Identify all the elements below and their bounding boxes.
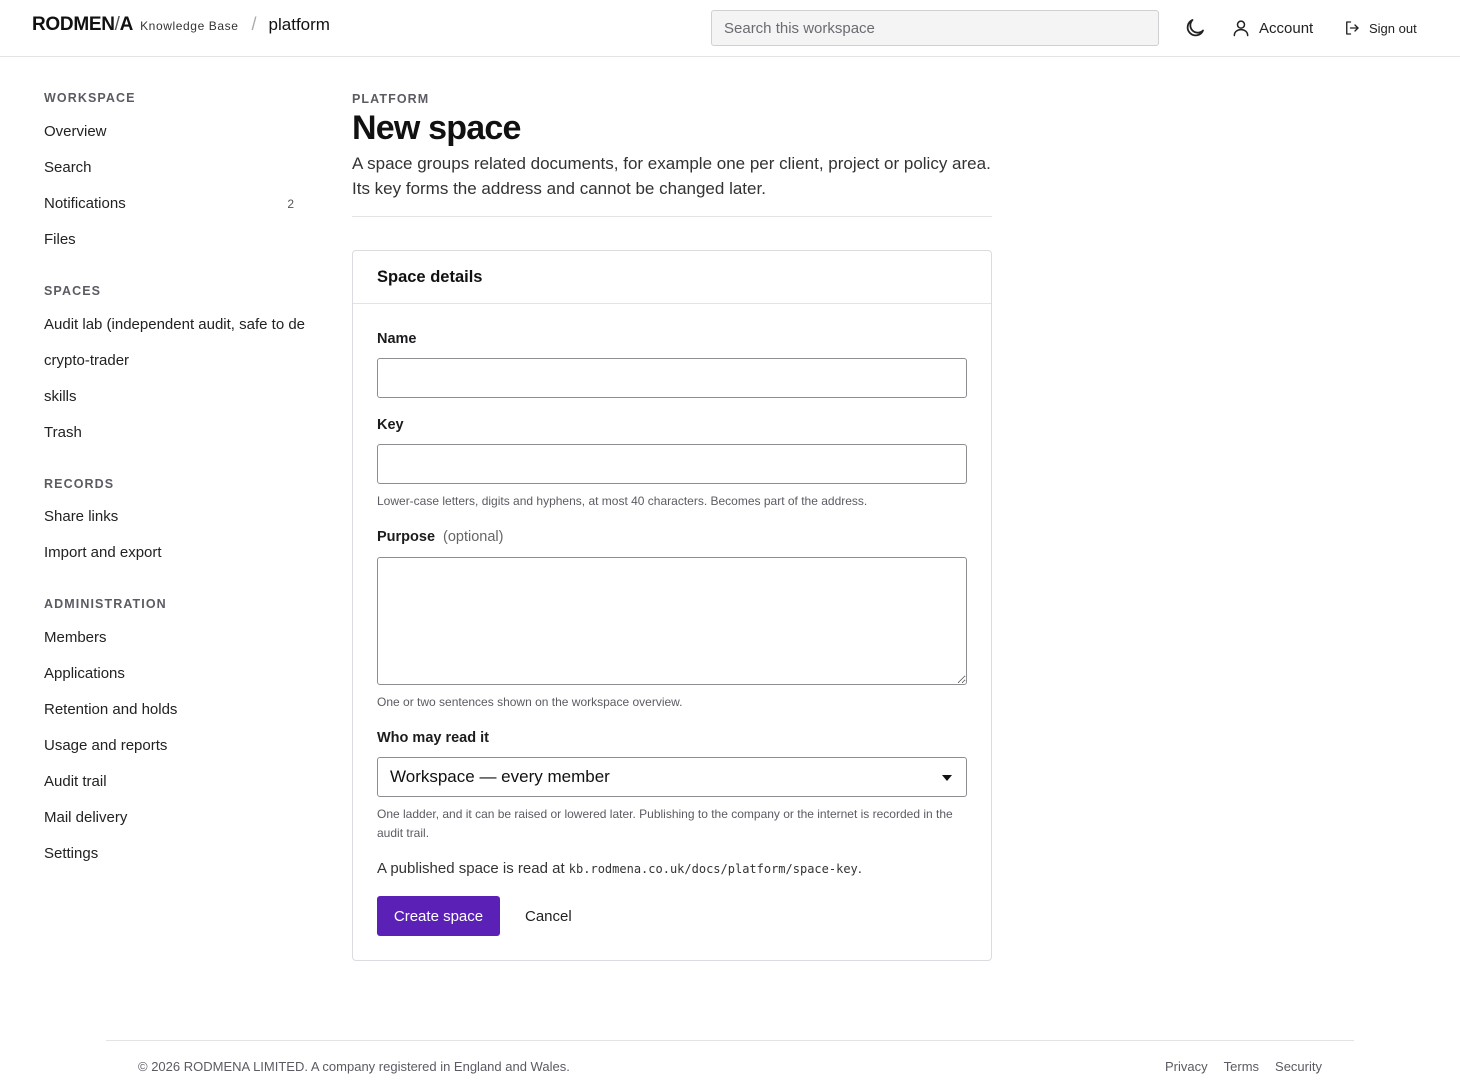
create-space-button[interactable]: Create space [377, 896, 500, 936]
divider [352, 216, 992, 217]
account-button[interactable]: Account [1231, 16, 1313, 40]
sidebar-item-retention[interactable]: Retention and holds [44, 701, 306, 718]
name-input[interactable] [377, 358, 967, 398]
footer-links: Privacy Terms Security [1165, 1059, 1322, 1074]
sidebar-item-notifications[interactable]: Notifications 2 [44, 195, 306, 212]
purpose-hint: One or two sentences shown on the worksp… [377, 695, 683, 709]
sign-out-button[interactable]: Sign out [1343, 16, 1417, 40]
footer-link-terms[interactable]: Terms [1224, 1059, 1259, 1074]
footer-link-security[interactable]: Security [1275, 1059, 1322, 1074]
sign-out-label: Sign out [1369, 20, 1417, 36]
notifications-count-badge: 2 [287, 197, 294, 211]
sidebar-item-audit-lab[interactable]: Audit lab (independent audit, safe to de [44, 316, 306, 333]
footer-copyright: © 2026 RODMENA LIMITED. A company regist… [138, 1059, 570, 1074]
top-bar: RODMEN/A Knowledge Base / platform Accou… [0, 0, 1460, 57]
key-input[interactable] [377, 444, 967, 484]
page-eyebrow: PLATFORM [352, 92, 430, 106]
sidebar-item-overview[interactable]: Overview [44, 123, 306, 140]
sidebar-item-audit-trail[interactable]: Audit trail [44, 773, 306, 790]
published-address-note: A published space is read at kb.rodmena.… [377, 860, 862, 877]
key-hint: Lower-case letters, digits and hyphens, … [377, 494, 868, 508]
sidebar-item-import-export[interactable]: Import and export [44, 544, 306, 561]
user-icon [1233, 20, 1249, 37]
read-access-select[interactable]: Workspace — every member [377, 757, 967, 797]
purpose-label: Purpose (optional) [377, 529, 504, 545]
sidebar-heading-administration: Administration [44, 597, 167, 611]
search-input[interactable] [711, 10, 1159, 46]
read-access-value: Workspace — every member [390, 767, 610, 786]
sidebar-item-search[interactable]: Search [44, 159, 306, 176]
sidebar-item-settings[interactable]: Settings [44, 845, 306, 862]
page-description: A space groups related documents, for ex… [352, 154, 991, 198]
account-label: Account [1259, 19, 1314, 37]
moon-icon [1186, 19, 1204, 37]
sign-out-icon [1346, 21, 1359, 35]
read-access-label: Who may read it [377, 730, 489, 746]
product-name: Knowledge Base [140, 19, 239, 33]
breadcrumb-separator: / [251, 14, 257, 34]
sidebar-item-trash[interactable]: Trash [44, 424, 306, 441]
purpose-textarea[interactable] [377, 557, 967, 685]
sidebar-heading-workspace: Workspace [44, 91, 136, 105]
logo[interactable]: RODMEN/A [32, 14, 133, 36]
sidebar-item-skills[interactable]: skills [44, 388, 306, 405]
sidebar-item-label: Notifications [44, 195, 126, 212]
cancel-button[interactable]: Cancel [513, 896, 584, 936]
footer-divider [106, 1040, 1354, 1041]
caret-down-icon [942, 775, 952, 781]
sidebar-item-share-links[interactable]: Share links [44, 508, 306, 525]
sidebar-item-usage[interactable]: Usage and reports [44, 737, 306, 754]
sidebar-item-members[interactable]: Members [44, 629, 306, 646]
brand[interactable]: RODMEN/A Knowledge Base / platform [32, 14, 330, 36]
optional-marker: (optional) [443, 529, 504, 545]
sidebar-heading-records: Records [44, 477, 115, 491]
breadcrumb-workspace[interactable]: platform [269, 15, 330, 35]
footer-link-privacy[interactable]: Privacy [1165, 1059, 1208, 1074]
space-details-card: Space details Name Key Lower-case letter… [352, 250, 992, 961]
sidebar-item-applications[interactable]: Applications [44, 665, 306, 682]
published-url: kb.rodmena.co.uk/docs/platform/space-key [568, 862, 858, 876]
sidebar-item-files[interactable]: Files [44, 231, 306, 248]
read-access-hint: One ladder, and it can be raised or lowe… [377, 807, 953, 840]
card-title: Space details [353, 251, 991, 304]
sidebar-item-mail-delivery[interactable]: Mail delivery [44, 809, 306, 826]
key-label: Key [377, 417, 404, 433]
name-label: Name [377, 331, 417, 347]
sidebar-item-crypto-trader[interactable]: crypto-trader [44, 352, 306, 369]
page-title: New space [352, 109, 521, 147]
sidebar-heading-spaces: Spaces [44, 284, 102, 298]
theme-toggle-button[interactable] [1183, 16, 1207, 40]
